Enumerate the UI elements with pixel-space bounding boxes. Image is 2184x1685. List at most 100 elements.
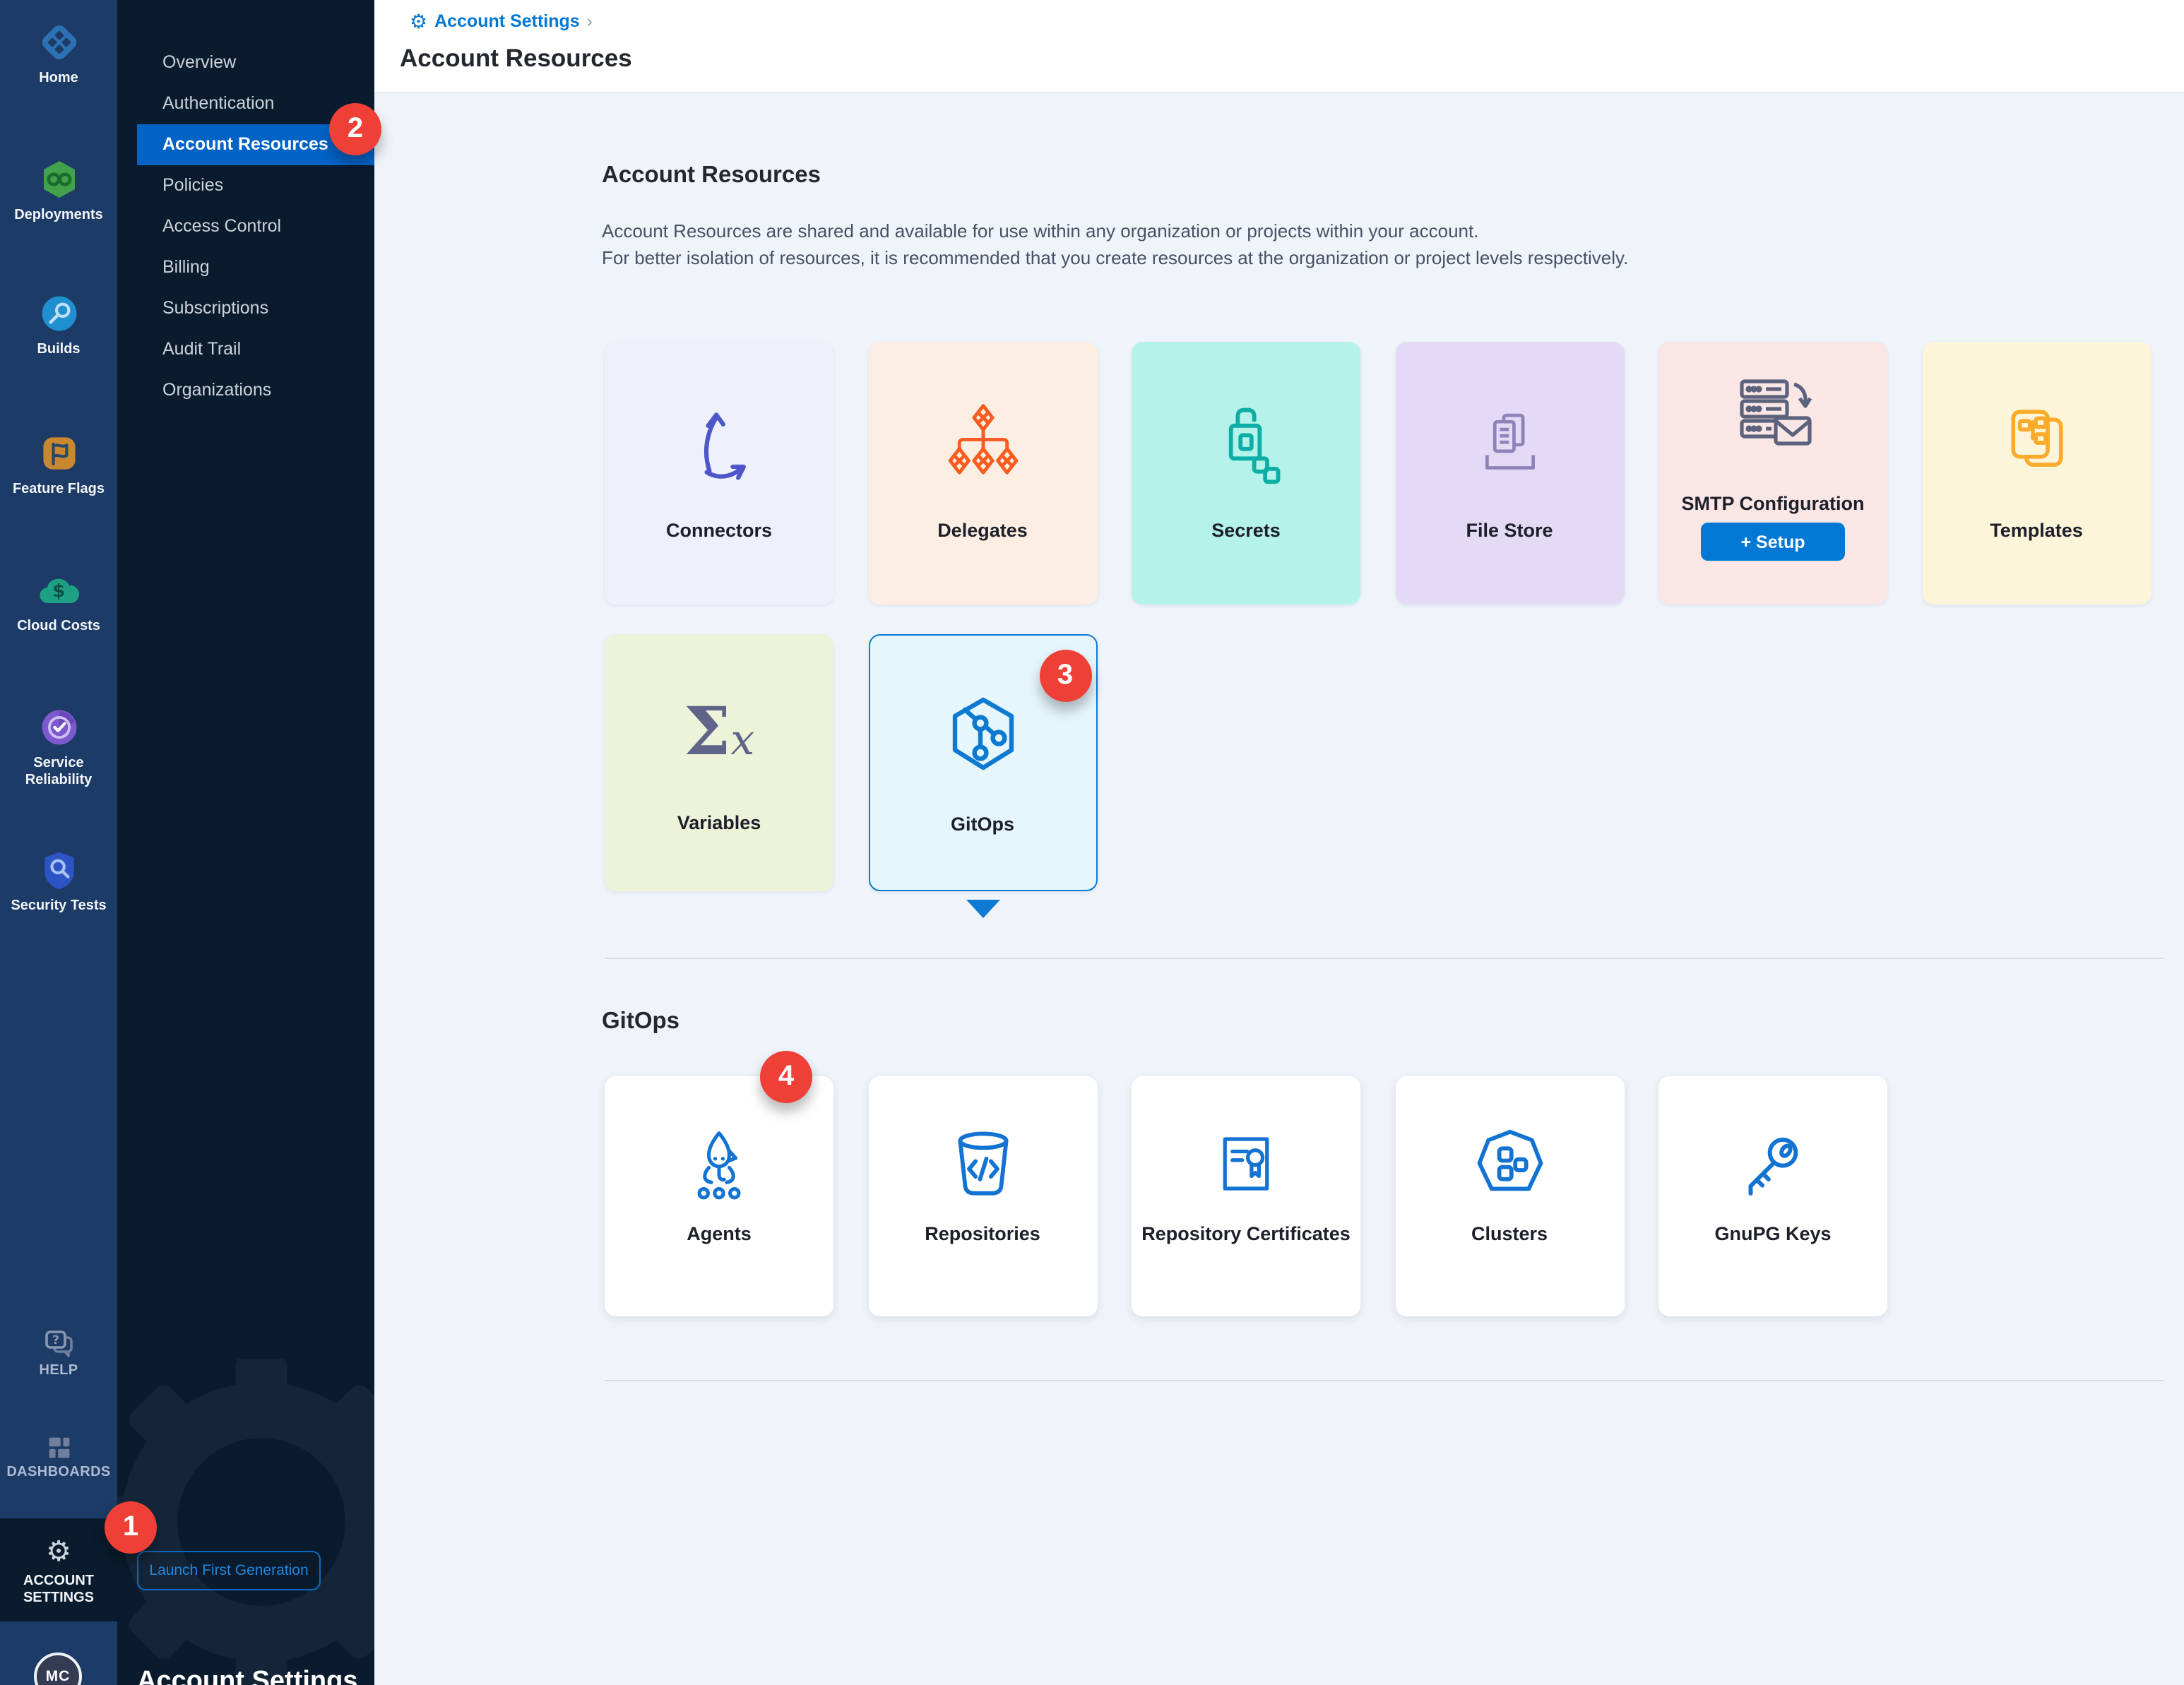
card-templates[interactable]: Templates: [1922, 342, 2151, 605]
rail-item-feature-flags[interactable]: Feature Flags: [0, 429, 117, 499]
annotation-badge-4: 4: [760, 1050, 812, 1102]
card-label: Templates: [1930, 517, 2142, 544]
clusters-icon: [1395, 1107, 1624, 1220]
card-label: Connectors: [613, 517, 825, 544]
card-secrets[interactable]: Secrets: [1132, 342, 1360, 605]
card-delegates[interactable]: Delegates: [868, 342, 1097, 605]
card-label: GitOps: [878, 811, 1087, 838]
card-label: Clusters: [1403, 1220, 1615, 1247]
rail-item-label: ACCOUNT SETTINGS: [0, 1573, 117, 1607]
sidebar-item-access-control[interactable]: Access Control: [117, 206, 374, 247]
card-label: Delegates: [877, 517, 1088, 544]
secrets-icon: [1132, 384, 1360, 503]
sidebar-footer-title: Account Settings: [137, 1667, 357, 1685]
rail-item-deployments[interactable]: Deployments: [0, 155, 117, 225]
page-title: Account Resources: [400, 44, 632, 73]
description-line-2: For better isolation of resources, it is…: [602, 245, 1628, 271]
card-label: GnuPG Keys: [1667, 1220, 1879, 1247]
annotation-badge-1: 1: [105, 1501, 157, 1553]
section-description: Account Resources are shared and availab…: [602, 219, 1628, 271]
repositories-icon: [868, 1107, 1097, 1220]
account-settings-gear-icon: ⚙: [0, 1537, 117, 1568]
annotation-badge-2: 2: [329, 103, 381, 155]
user-avatar[interactable]: MC: [34, 1653, 82, 1685]
smtp-setup-button[interactable]: + Setup: [1701, 523, 1845, 561]
rail-item-account-settings[interactable]: ⚙ ACCOUNT SETTINGS: [0, 1518, 117, 1621]
rail-item-label: Deployments: [0, 208, 117, 225]
agents-icon: [605, 1107, 833, 1220]
gitops-section-title: GitOps: [602, 1008, 679, 1035]
page-header: ⚙ Account Settings › Account Resources: [374, 0, 2184, 93]
rail-item-cloud-costs[interactable]: $ Cloud Costs: [0, 566, 117, 636]
annotation-badge-3: 3: [1039, 649, 1091, 701]
card-connectors[interactable]: Connectors: [605, 342, 833, 605]
service-reliability-icon: [0, 703, 117, 751]
selection-caret-icon: [966, 900, 1000, 918]
card-label: SMTP Configuration: [1667, 490, 1879, 517]
launch-first-generation-button[interactable]: Launch First Generation: [137, 1551, 321, 1590]
settings-sidebar: Overview Authentication Account Resource…: [117, 0, 374, 1685]
sidebar-item-policies[interactable]: Policies: [117, 165, 374, 206]
rail-item-builds[interactable]: Builds: [0, 290, 117, 359]
breadcrumb: ⚙ Account Settings ›: [410, 11, 593, 31]
section-divider: [605, 1380, 2164, 1381]
card-gnupg-keys[interactable]: GnuPG Keys: [1658, 1076, 1887, 1316]
rail-item-label: DASHBOARDS: [0, 1465, 117, 1482]
gnupg-keys-icon: [1658, 1107, 1887, 1220]
file-store-icon: [1395, 384, 1624, 503]
rail-item-label: Security Tests: [0, 898, 117, 915]
cloud-costs-icon: $: [0, 566, 117, 614]
home-icon: [0, 18, 117, 66]
card-label: Secrets: [1140, 517, 1352, 544]
app-window: Home Deployments Builds Feature Flags $ …: [0, 0, 2184, 1685]
card-label: File Store: [1403, 517, 1615, 544]
sidebar-item-subscriptions[interactable]: Subscriptions: [117, 288, 374, 329]
sidebar-item-audit-trail[interactable]: Audit Trail: [117, 329, 374, 370]
breadcrumb-chevron-icon: ›: [587, 11, 593, 31]
rail-item-label: Builds: [0, 342, 117, 359]
card-repositories[interactable]: Repositories: [868, 1076, 1097, 1316]
smtp-configuration-icon: [1658, 367, 1887, 460]
module-rail: Home Deployments Builds Feature Flags $ …: [0, 0, 117, 1685]
card-label: Repository Certificates: [1140, 1220, 1352, 1247]
feature-flags-icon: [0, 429, 117, 477]
rail-item-help[interactable]: ? HELP: [0, 1330, 117, 1380]
rail-item-home[interactable]: Home: [0, 18, 117, 88]
breadcrumb-gear-icon: ⚙: [410, 11, 427, 31]
rail-item-label: Service Reliability: [0, 756, 117, 790]
card-file-store[interactable]: File Store: [1395, 342, 1624, 605]
rail-item-label: HELP: [0, 1363, 117, 1380]
builds-icon: [0, 290, 117, 338]
card-label: Variables: [613, 809, 825, 836]
sidebar-item-billing[interactable]: Billing: [117, 247, 374, 288]
rail-item-label: Cloud Costs: [0, 619, 117, 636]
section-title: Account Resources: [602, 162, 821, 189]
card-label: Agents: [613, 1220, 825, 1247]
card-agents[interactable]: Agents: [605, 1076, 833, 1316]
description-line-1: Account Resources are shared and availab…: [602, 219, 1628, 245]
delegates-icon: [868, 384, 1097, 503]
card-clusters[interactable]: Clusters: [1395, 1076, 1624, 1316]
rail-item-service-reliability[interactable]: Service Reliability: [0, 703, 117, 790]
security-tests-icon: [0, 846, 117, 894]
card-label: Repositories: [877, 1220, 1088, 1247]
breadcrumb-link[interactable]: Account Settings: [434, 11, 580, 31]
card-variables[interactable]: Σx Variables: [605, 634, 833, 891]
help-icon: ?: [0, 1330, 117, 1359]
sidebar-item-overview[interactable]: Overview: [117, 42, 374, 83]
card-smtp-configuration[interactable]: SMTP Configuration + Setup: [1658, 342, 1887, 605]
card-repository-certificates[interactable]: Repository Certificates: [1132, 1076, 1360, 1316]
rail-item-label: Home: [0, 71, 117, 88]
dashboards-icon: [0, 1435, 117, 1460]
rail-item-dashboards[interactable]: DASHBOARDS: [0, 1435, 117, 1482]
repository-certificates-icon: [1132, 1107, 1360, 1220]
rail-item-security-tests[interactable]: Security Tests: [0, 846, 117, 915]
svg-text:?: ?: [52, 1333, 59, 1347]
connectors-icon: [605, 384, 833, 503]
variables-icon: Σx: [605, 677, 833, 795]
sidebar-item-organizations[interactable]: Organizations: [117, 370, 374, 411]
deployments-icon: [0, 155, 117, 203]
templates-icon: [1922, 384, 2151, 503]
rail-item-label: Feature Flags: [0, 482, 117, 499]
section-divider: [605, 958, 2164, 959]
